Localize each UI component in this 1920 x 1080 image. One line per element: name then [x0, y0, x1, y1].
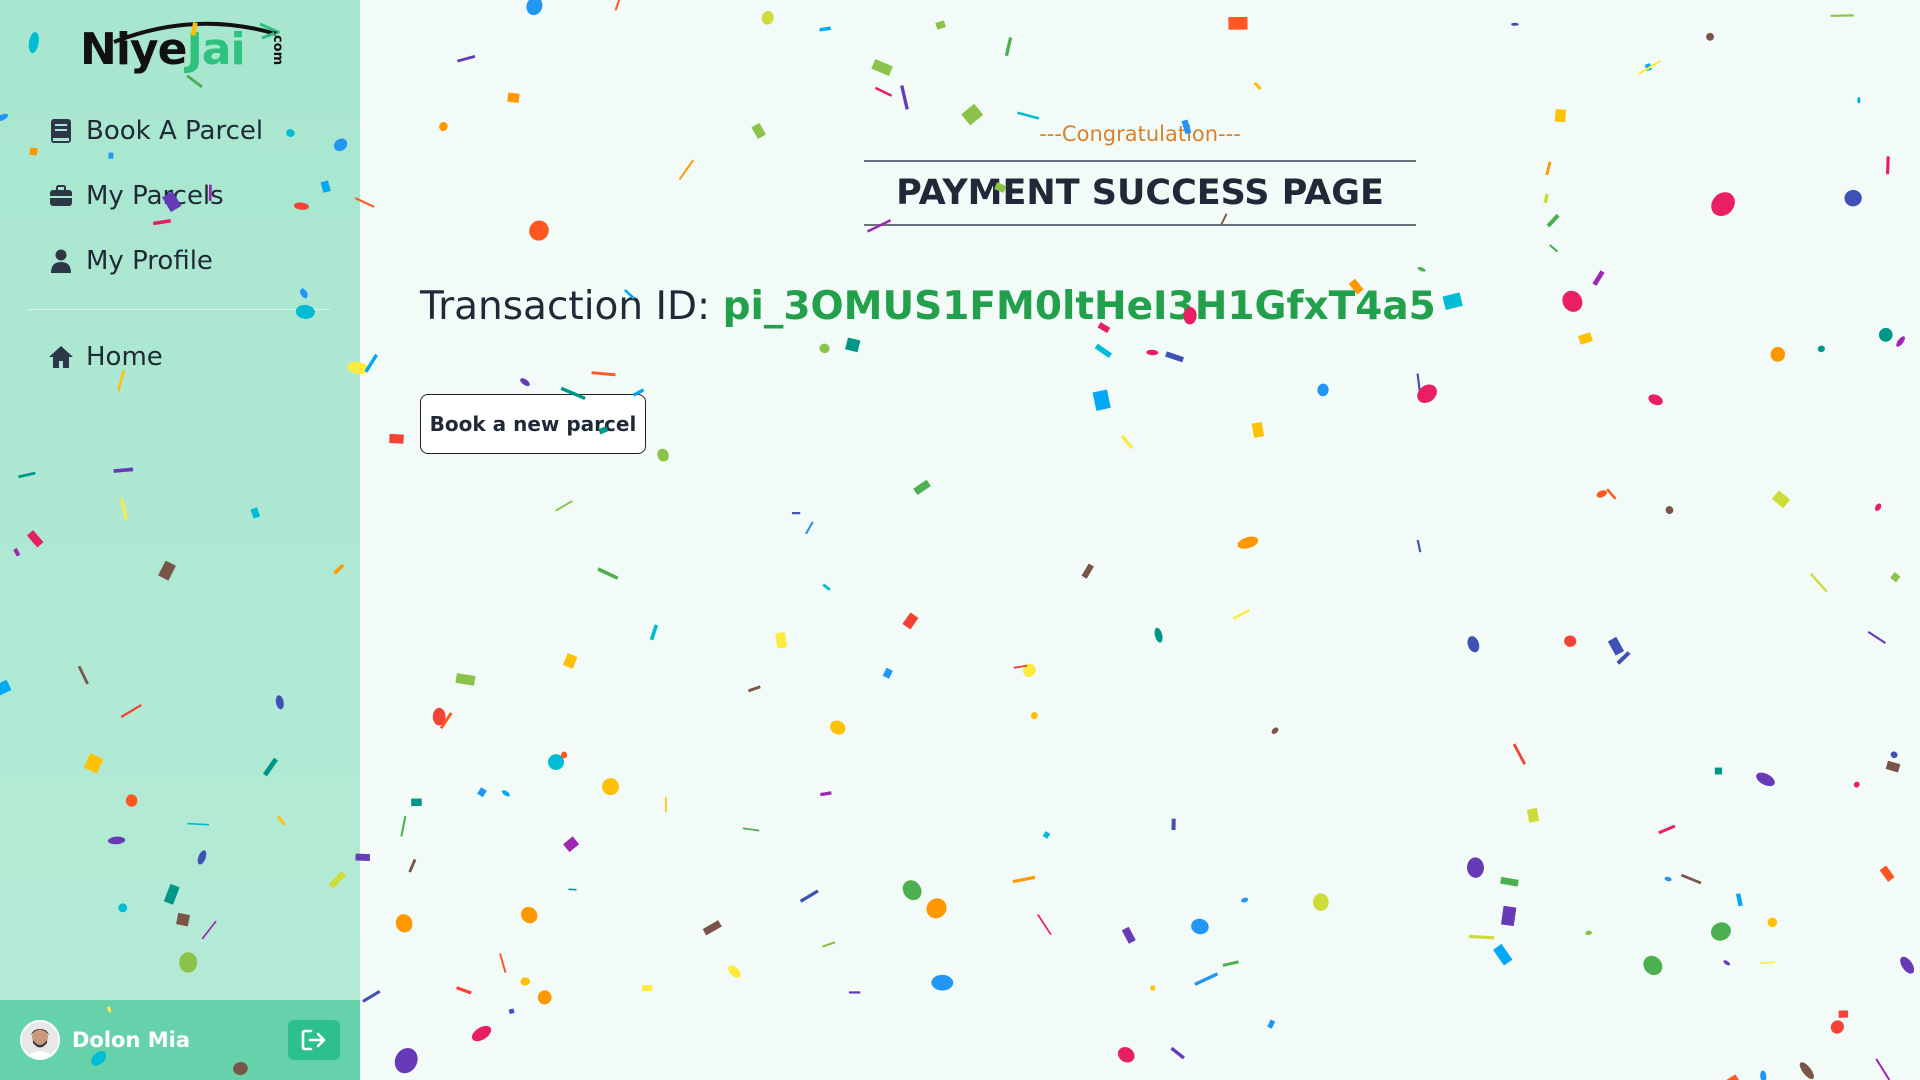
avatar[interactable]	[20, 1020, 60, 1060]
user-icon	[48, 248, 74, 274]
briefcase-icon	[48, 183, 74, 209]
logout-icon	[301, 1029, 326, 1051]
sidebar-item-label: Book A Parcel	[86, 116, 264, 146]
sidebar-item-my-profile[interactable]: My Profile	[48, 240, 338, 282]
user-name: Dolon Mia	[72, 1028, 191, 1052]
congrats-text: ---Congratulation---	[1039, 122, 1241, 146]
sidebar-item-home[interactable]: Home	[48, 336, 163, 378]
book-icon	[48, 118, 74, 144]
home-icon	[48, 344, 74, 370]
sidebar-item-book-a-parcel[interactable]: Book A Parcel	[48, 110, 338, 152]
user-bar: Dolon Mia	[0, 1000, 360, 1080]
sidebar-nav: Book A Parcel My Parcels My Profile	[48, 110, 338, 305]
sidebar-item-my-parcels[interactable]: My Parcels	[48, 175, 338, 217]
transaction-label: Transaction ID:	[420, 284, 711, 329]
sidebar-item-label: My Profile	[86, 246, 213, 276]
sidebar: NiyeJai .com Book A Parcel My Parcels My…	[0, 0, 360, 1080]
logo-text: NiyeJai	[80, 24, 246, 75]
sidebar-item-label: Home	[86, 342, 163, 372]
logo-suffix: .com	[270, 30, 285, 66]
page-title-box: PAYMENT SUCCESS PAGE	[864, 160, 1416, 226]
sidebar-item-label: My Parcels	[86, 181, 224, 211]
logout-button[interactable]	[288, 1020, 340, 1060]
book-new-parcel-button[interactable]: Book a new parcel	[420, 394, 646, 454]
transaction-line: Transaction ID: pi_3OMUS1FM0ltHeI3H1GfxT…	[420, 284, 1436, 329]
page-title: PAYMENT SUCCESS PAGE	[896, 173, 1384, 213]
transaction-id: pi_3OMUS1FM0ltHeI3H1GfxT4a5	[722, 284, 1436, 329]
main-content: ---Congratulation--- PAYMENT SUCCESS PAG…	[360, 0, 1920, 1080]
nav-divider	[28, 309, 330, 310]
brand-logo[interactable]: NiyeJai .com	[80, 14, 290, 84]
